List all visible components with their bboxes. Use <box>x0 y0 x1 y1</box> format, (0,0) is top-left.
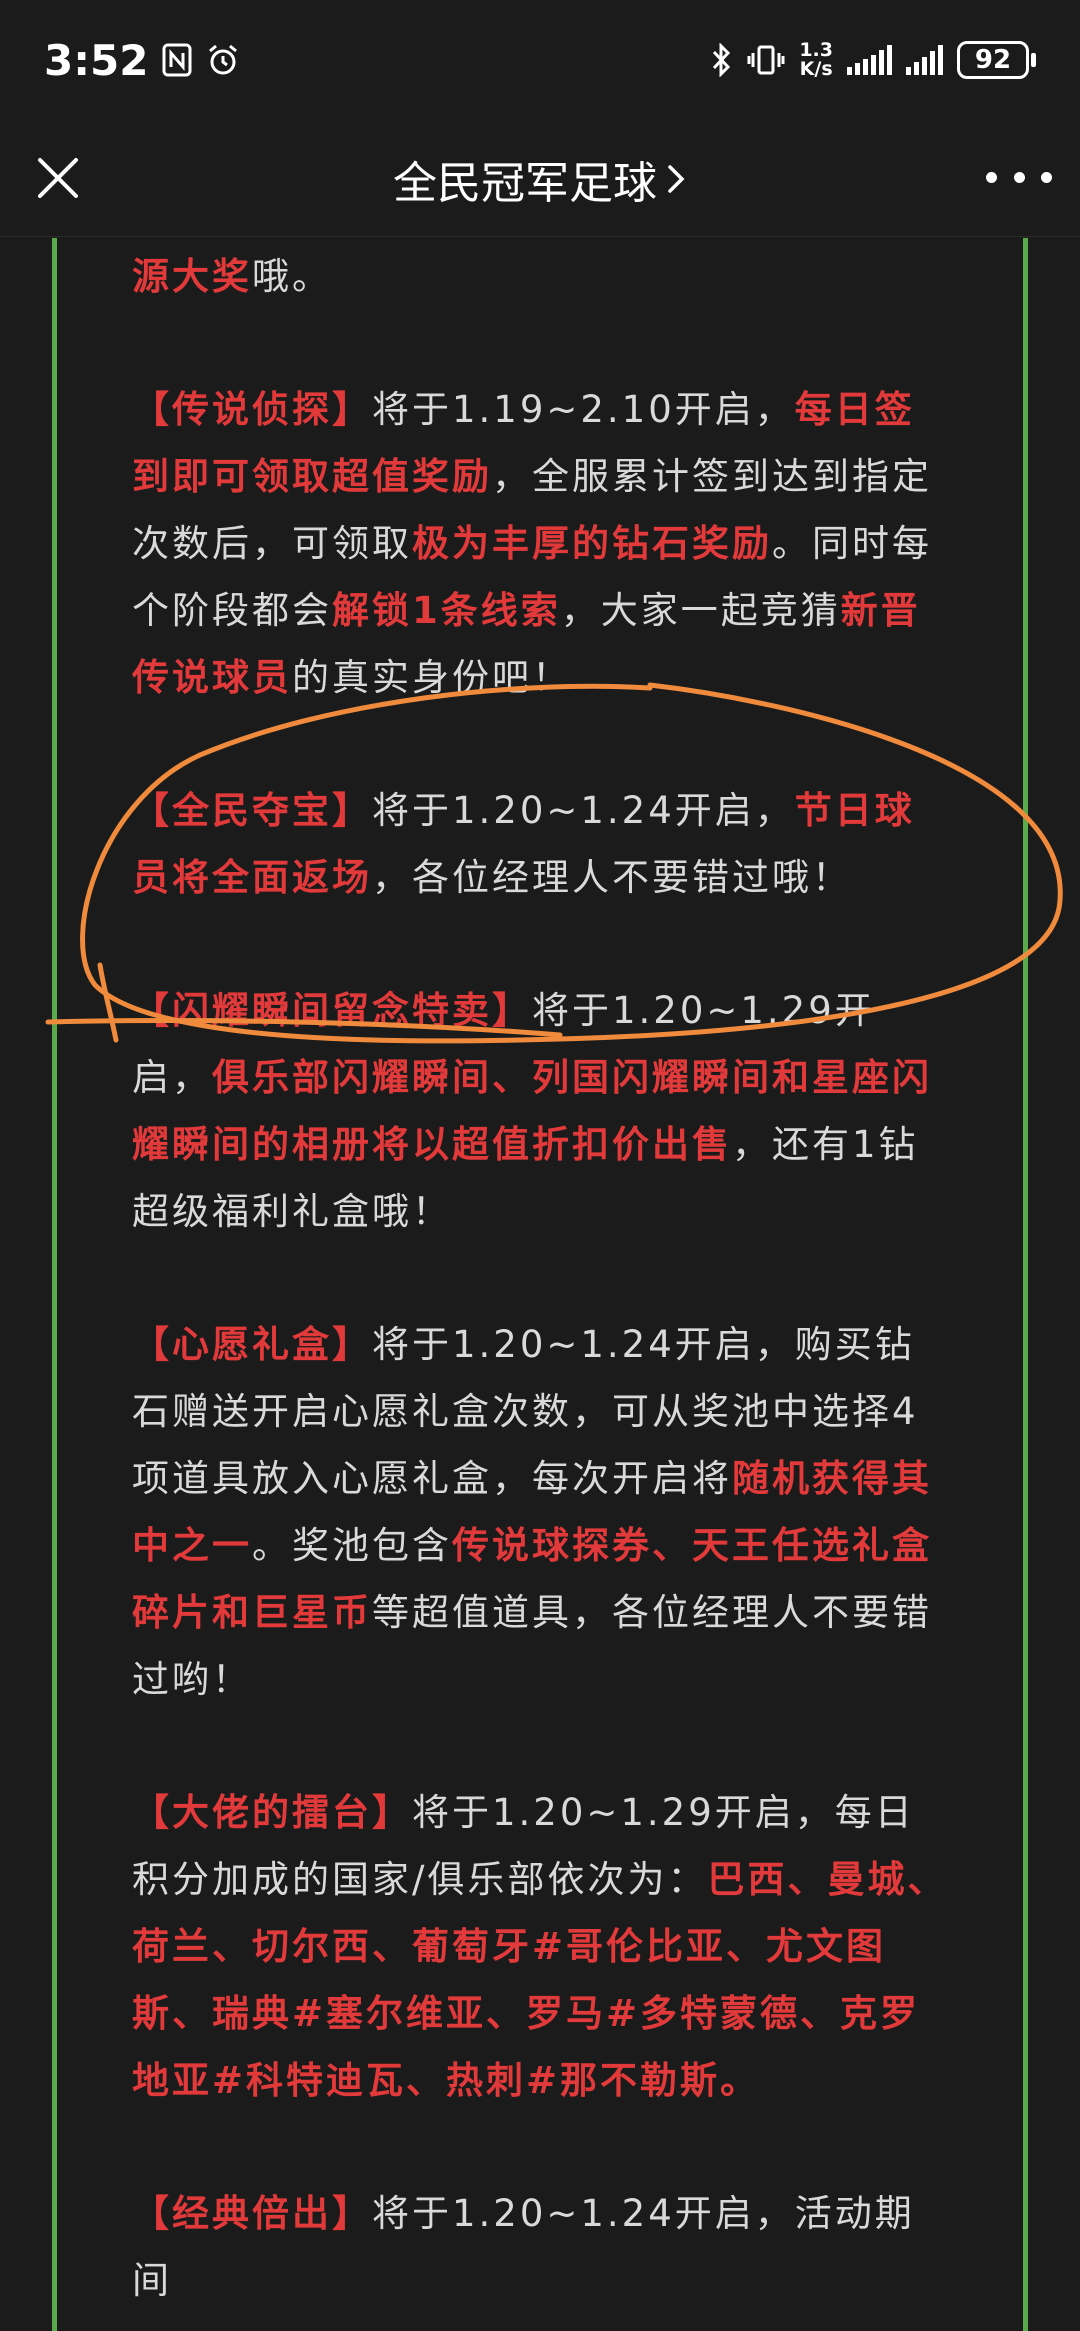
body-text: 的真实身份吧！ <box>292 656 572 699</box>
highlight-text: 【大佬的擂台】 <box>132 1791 412 1834</box>
highlight-text: 解锁1条线索 <box>332 589 561 632</box>
status-time: 3:52 <box>44 35 149 85</box>
signal-icon <box>847 45 892 75</box>
nav-bar: 全民冠军足球 <box>0 122 1080 237</box>
highlight-text: 【心愿礼盒】 <box>132 1323 372 1366</box>
highlight-text: 【传说侦探】 <box>132 388 372 431</box>
article-paragraph: 【传说侦探】将于1.19~2.10开启，每日签到即可领取超值奖励，全服累计签到达… <box>132 376 952 711</box>
nav-title-button[interactable]: 全民冠军足球 <box>393 147 687 211</box>
more-icon[interactable] <box>986 152 1052 202</box>
article-paragraph: 【全民夺宝】将于1.20~1.24开启，节日球员将全面返场，各位经理人不要错过哦… <box>132 777 952 911</box>
highlight-text: 【经典倍出】 <box>132 2192 372 2235</box>
chevron-right-icon <box>668 165 685 193</box>
net-speed-unit: K/s <box>799 58 833 80</box>
article-body: 巨星券任选礼盒、殿堂之旅礼盒和其他各种资源大奖哦。【传说侦探】将于1.19~2.… <box>132 238 952 2331</box>
page-title: 全民冠军足球 <box>393 158 657 209</box>
more-dot <box>1041 171 1052 183</box>
signal-icon <box>906 45 943 75</box>
article-paragraph: 【大佬的擂台】将于1.20~1.29开启，每日积分加成的国家/俱乐部依次为：巴西… <box>132 1779 952 2114</box>
highlight-text: 【闪耀瞬间留念特卖】 <box>132 989 532 1032</box>
article-paragraph: 【经典倍出】将于1.20~1.24开启，活动期间 <box>132 2180 952 2314</box>
vibrate-icon <box>747 45 785 75</box>
article-paragraph: 巨星券任选礼盒、殿堂之旅礼盒和其他各种资源大奖哦。 <box>132 238 952 310</box>
battery-level: 92 <box>957 41 1029 79</box>
status-bar: 3:52 1.3 K/s 92 <box>0 0 1080 120</box>
more-dot <box>986 171 997 183</box>
close-icon[interactable] <box>28 148 88 208</box>
more-dot <box>1013 171 1025 183</box>
status-left: 3:52 <box>44 36 240 85</box>
body-text: 将于1.19~2.10开启， <box>372 388 795 431</box>
highlight-text: 极为丰厚的钻石奖励 <box>412 522 772 565</box>
highlight-text: 【全民夺宝】 <box>132 789 372 832</box>
article-frame: 巨星券任选礼盒、殿堂之旅礼盒和其他各种资源大奖哦。【传说侦探】将于1.19~2.… <box>52 238 1028 2331</box>
battery-icon: 92 <box>957 41 1036 79</box>
net-speed: 1.3 K/s <box>799 41 833 79</box>
battery-cap <box>1031 53 1036 67</box>
status-right: 1.3 K/s 92 <box>711 41 1036 79</box>
body-text: 将于1.20~1.24开启， <box>372 789 795 832</box>
body-text: ，各位经理人不要错过哦！ <box>372 856 852 899</box>
body-text: 。奖池包含 <box>252 1524 452 1567</box>
body-text: ，大家一起竞猜 <box>560 589 841 632</box>
nfc-icon <box>162 43 192 77</box>
body-text: 哦。 <box>252 255 332 298</box>
article-paragraph: 【闪耀瞬间留念特卖】将于1.20~1.29开启，俱乐部闪耀瞬间、列国闪耀瞬间和星… <box>132 977 952 1245</box>
article-paragraph: 【心愿礼盒】将于1.20~1.24开启，购买钻石赠送开启心愿礼盒次数，可从奖池中… <box>132 1311 952 1713</box>
alarm-icon <box>209 44 238 75</box>
bluetooth-icon <box>713 43 731 77</box>
